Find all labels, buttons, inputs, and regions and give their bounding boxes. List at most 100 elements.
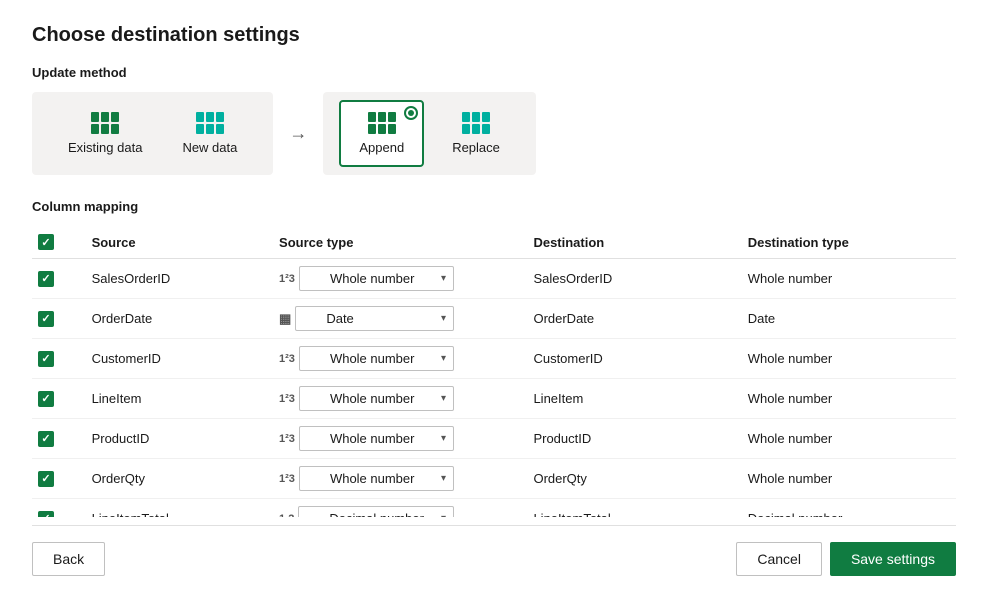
- page-container: Choose destination settings Update metho…: [0, 0, 988, 600]
- row-1-checkbox[interactable]: [38, 311, 54, 327]
- row-2-checkbox-cell: [32, 339, 86, 379]
- row-4-checkbox[interactable]: [38, 431, 54, 447]
- update-method-label: Update method: [32, 65, 956, 80]
- row-1-checkbox-cell: [32, 299, 86, 339]
- table-header-row: Source Source type Destination Destinati…: [32, 226, 956, 259]
- row-3-checkbox[interactable]: [38, 391, 54, 407]
- row-6-source-type-wrapper: 1.2Whole numberDecimal numberDateText▾: [279, 506, 454, 517]
- mapping-table: Source Source type Destination Destinati…: [32, 226, 956, 517]
- table-row: LineItem 1²3 Whole numberDecimal numberDat…: [32, 379, 956, 419]
- row-5-type-icon: 1²3: [279, 473, 295, 485]
- update-method-section: Existing data New data → Append: [32, 92, 956, 175]
- arrow-icon: →: [289, 123, 307, 144]
- row-4-type-icon: 1²3: [279, 433, 295, 445]
- header-destination: Destination: [527, 226, 741, 259]
- row-6-source-type-select[interactable]: Whole numberDecimal numberDateText: [298, 506, 454, 517]
- header-source-type: Source type: [273, 226, 527, 259]
- row-6-source-type-cell: 1.2Whole numberDecimal numberDateText▾: [273, 499, 527, 518]
- table-row: CustomerID1²3Whole numberDecimal numberD…: [32, 339, 956, 379]
- back-button[interactable]: Back: [32, 542, 105, 576]
- row-1-destination: OrderDate: [527, 299, 741, 339]
- method-existing[interactable]: Existing data: [48, 100, 162, 167]
- table-row: OrderDate▦Whole numberDecimal numberDate…: [32, 299, 956, 339]
- row-3-checkbox-cell: [32, 379, 86, 419]
- row-5-source-type-wrapper: 1²3Whole numberDecimal numberDateText▾: [279, 466, 454, 491]
- row-0-destination: SalesOrderID: [527, 259, 741, 299]
- row-5-destination: OrderQty: [527, 459, 741, 499]
- row-5-source-type-cell: 1²3Whole numberDecimal numberDateText▾: [273, 459, 527, 499]
- page-title: Choose destination settings: [32, 24, 956, 47]
- output-method-group: Append Replace: [323, 92, 536, 175]
- row-1-source-type-wrapper: ▦Whole numberDecimal numberDateText▾: [279, 306, 454, 331]
- row-4-destination-type: Whole number: [742, 419, 956, 459]
- row-3-source-type-cell: 1²3Whole numberDecimal numberDateText▾: [273, 379, 527, 419]
- column-mapping-section: Source Source type Destination Destinati…: [32, 226, 956, 517]
- table-row: LineItemTotal 1.2 Whole numberDecimal numb…: [32, 499, 956, 518]
- replace-icon: [462, 112, 490, 134]
- row-3-source-type-wrapper: 1²3Whole numberDecimal numberDateText▾: [279, 386, 454, 411]
- row-4-source-type-wrapper: 1²3Whole numberDecimal numberDateText▾: [279, 426, 454, 451]
- row-5-source: OrderQty: [86, 459, 273, 499]
- row-6-checkbox-cell: [32, 499, 86, 518]
- row-0-checkbox[interactable]: [38, 271, 54, 287]
- save-button[interactable]: Save settings: [830, 542, 956, 576]
- row-4-source-type-cell: 1²3Whole numberDecimal numberDateText▾: [273, 419, 527, 459]
- select-all-checkbox[interactable]: [38, 234, 54, 250]
- row-0-type-icon: 1²3: [279, 273, 295, 285]
- header-checkbox-col: [32, 226, 86, 259]
- row-0-destination-type-value: Whole number: [748, 271, 833, 286]
- row-6-destination-type-value: Decimal number: [748, 511, 843, 517]
- table-row: OrderQty 1²3 Whole numberDecimal numberDat…: [32, 459, 956, 499]
- row-1-destination-type-value: Date: [748, 311, 775, 326]
- row-2-source-type-select[interactable]: Whole numberDecimal numberDateText: [299, 346, 454, 371]
- row-1-source: OrderDate: [86, 299, 273, 339]
- append-icon: [368, 112, 396, 134]
- row-3-type-icon: 1²3: [279, 393, 295, 405]
- row-1-source-type-select[interactable]: Whole numberDecimal numberDateText: [295, 306, 454, 331]
- row-1-source-type-cell: ▦Whole numberDecimal numberDateText▾: [273, 299, 527, 339]
- row-3-source: LineItem: [86, 379, 273, 419]
- row-1-type-icon: ▦: [279, 311, 291, 327]
- row-2-source-type-cell: 1²3Whole numberDecimal numberDateText▾: [273, 339, 527, 379]
- row-6-destination-type: Decimal number: [742, 499, 956, 518]
- row-0-destination-type: Whole number: [742, 259, 956, 299]
- cancel-button[interactable]: Cancel: [736, 542, 822, 576]
- row-3-destination-type-value: Whole number: [748, 391, 833, 406]
- row-2-source-type-wrapper: 1²3Whole numberDecimal numberDateText▾: [279, 346, 454, 371]
- row-2-type-icon: 1²3: [279, 353, 295, 365]
- row-4-source: ProductID: [86, 419, 273, 459]
- row-6-type-icon: 1.2: [279, 513, 294, 518]
- column-mapping-label: Column mapping: [32, 199, 956, 214]
- replace-label: Replace: [452, 140, 500, 155]
- new-label: New data: [182, 140, 237, 155]
- method-replace[interactable]: Replace: [432, 100, 520, 167]
- row-4-destination: ProductID: [527, 419, 741, 459]
- existing-icon: [91, 112, 119, 134]
- row-5-destination-type-value: Whole number: [748, 471, 833, 486]
- append-radio: [404, 106, 418, 120]
- row-5-checkbox[interactable]: [38, 471, 54, 487]
- row-3-destination-type: Whole number: [742, 379, 956, 419]
- row-2-checkbox[interactable]: [38, 351, 54, 367]
- row-3-destination: LineItem: [527, 379, 741, 419]
- append-label: Append: [359, 140, 404, 155]
- row-5-source-type-select[interactable]: Whole numberDecimal numberDateText: [299, 466, 454, 491]
- row-4-checkbox-cell: [32, 419, 86, 459]
- row-3-source-type-select[interactable]: Whole numberDecimal numberDateText: [299, 386, 454, 411]
- footer: Back Cancel Save settings: [32, 525, 956, 576]
- footer-right-buttons: Cancel Save settings: [736, 542, 956, 576]
- row-0-source-type-select[interactable]: Whole numberDecimal numberDateText: [299, 266, 454, 291]
- row-0-source-type-wrapper: 1²3Whole numberDecimal numberDateText▾: [279, 266, 454, 291]
- method-append[interactable]: Append: [339, 100, 424, 167]
- table-row: SalesOrderID 1²3 Whole numberDecimal numbe…: [32, 259, 956, 299]
- row-2-destination-type: Whole number: [742, 339, 956, 379]
- row-0-checkbox-cell: [32, 259, 86, 299]
- row-5-destination-type: Whole number: [742, 459, 956, 499]
- row-4-source-type-select[interactable]: Whole numberDecimal numberDateText: [299, 426, 454, 451]
- row-6-checkbox[interactable]: [38, 511, 54, 518]
- row-6-source: LineItemTotal: [86, 499, 273, 518]
- method-new[interactable]: New data: [162, 100, 257, 167]
- existing-new-group: Existing data New data: [32, 92, 273, 175]
- header-destination-type: Destination type: [742, 226, 956, 259]
- row-0-source-type-cell: 1²3Whole numberDecimal numberDateText▾: [273, 259, 527, 299]
